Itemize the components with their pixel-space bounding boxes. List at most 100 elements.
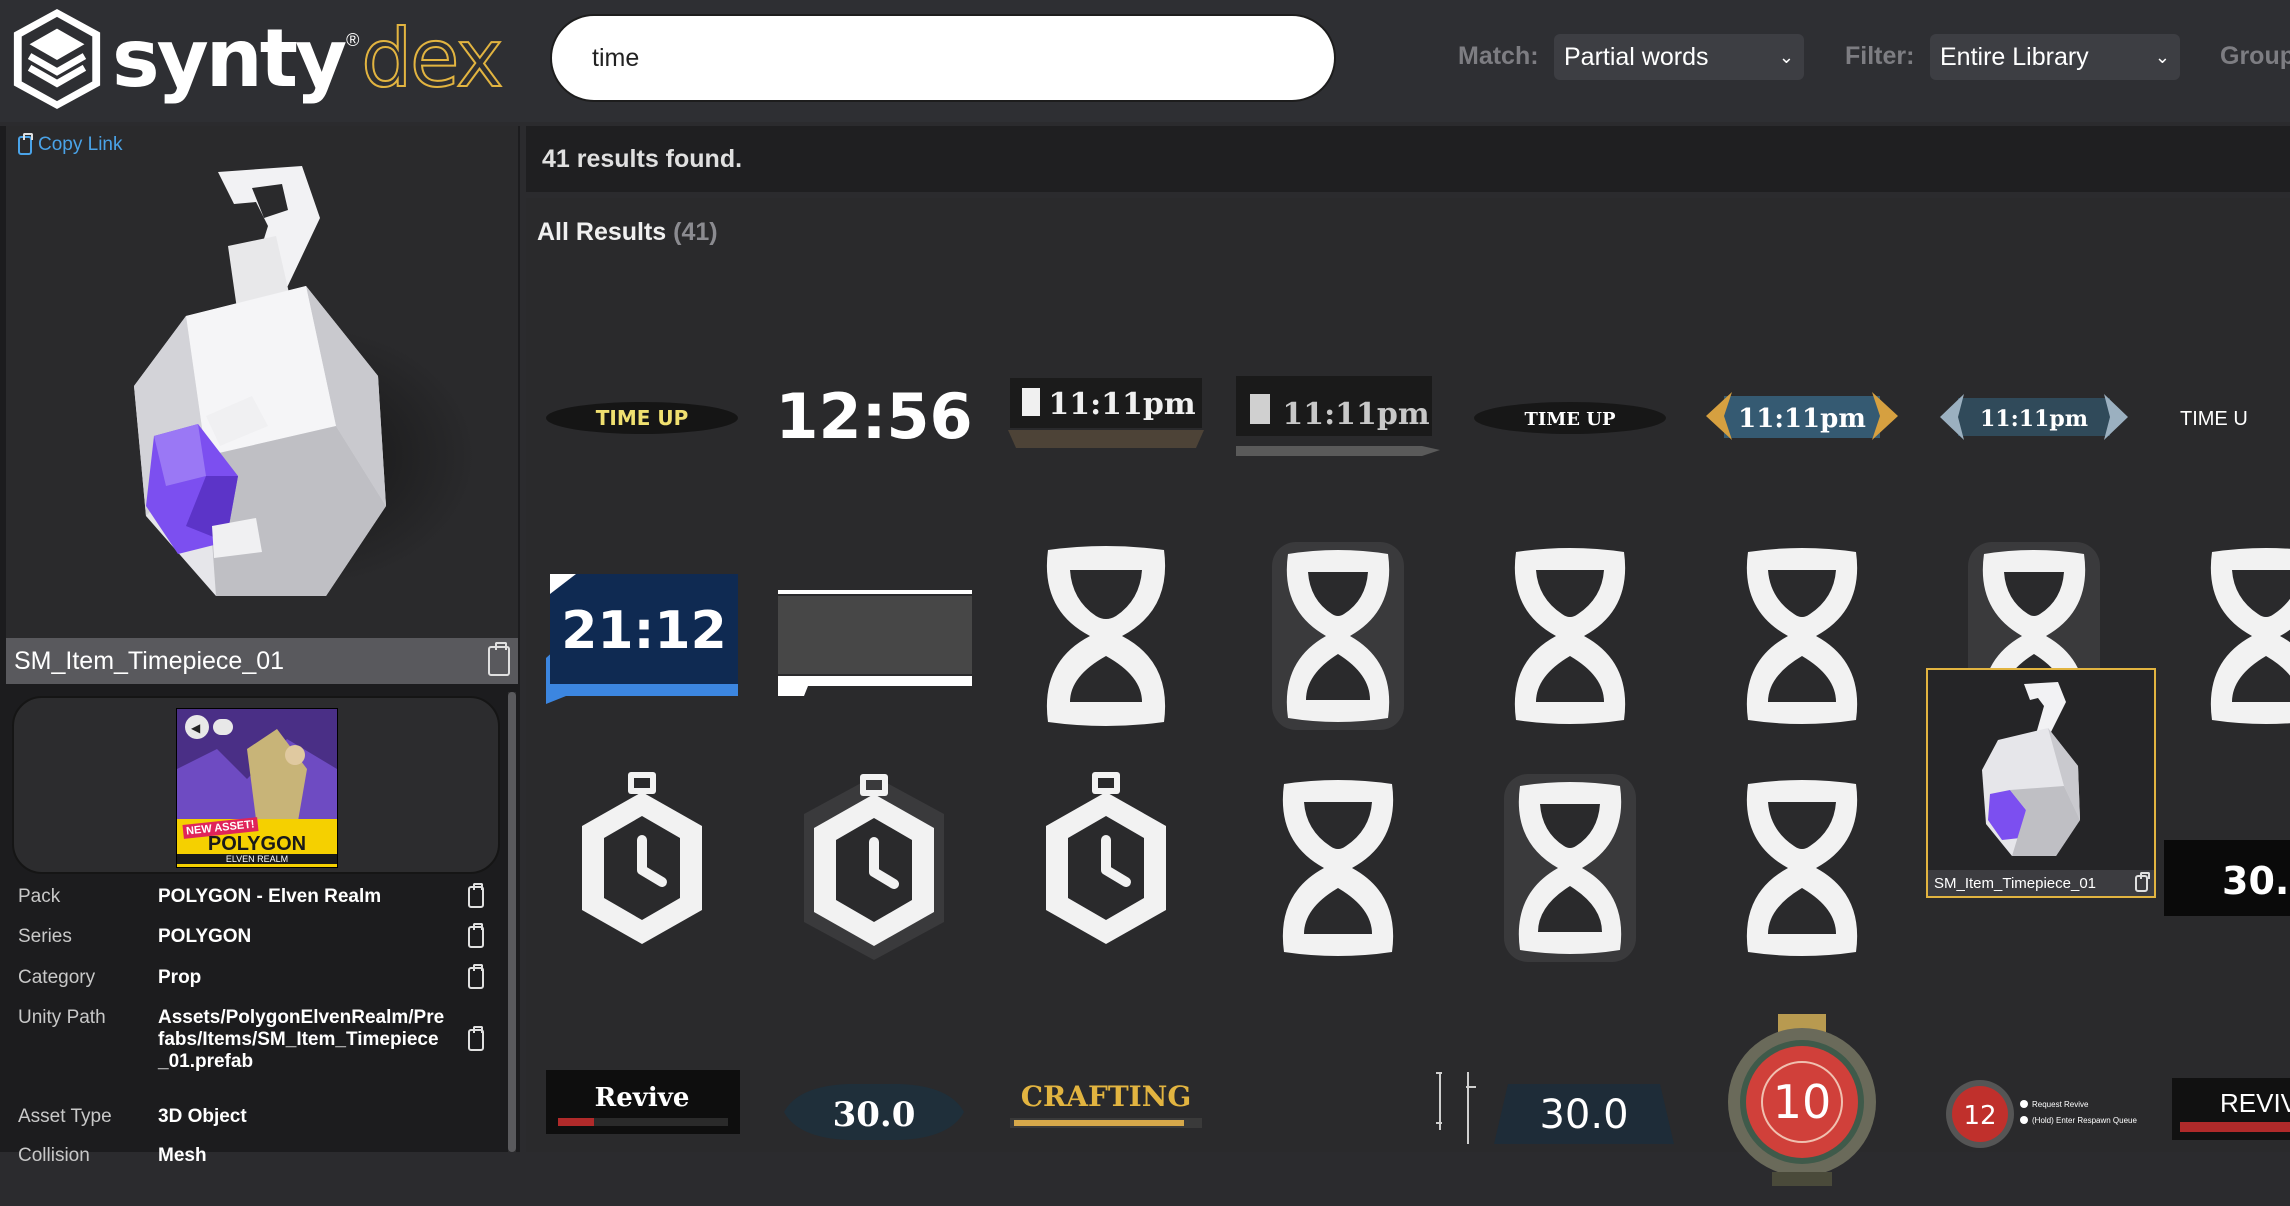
result-tile-revive[interactable]: Revive [536, 994, 748, 1206]
result-tile-thirty-partial[interactable]: 30. [2160, 762, 2290, 974]
property-value: 3D Object [158, 1106, 247, 1127]
property-value: Assets/PolygonElvenRealm/Prefabs/Items/S… [158, 1007, 445, 1072]
digital-clock-badge-icon: 21:12 [546, 574, 738, 704]
section-title-label: All Results [537, 218, 667, 246]
tile-caption: SM_Item_Timepiece_01 [1928, 870, 2154, 896]
result-tile-hourglass[interactable] [1696, 762, 1908, 974]
synty-logo-icon [13, 9, 101, 109]
chevron-down-icon: ⌄ [2154, 46, 2170, 67]
svg-text:(Hold) Enter Respawn Queue: (Hold) Enter Respawn Queue [2032, 1116, 2137, 1125]
result-tile-ui-frame[interactable] [1232, 994, 1444, 1206]
result-tile-crafting[interactable]: CRAFTING [1000, 994, 1212, 1206]
property-value: POLYGON [158, 926, 252, 947]
result-tile-stopwatch[interactable] [768, 762, 980, 974]
syntydex-logo[interactable]: synty ® dex [8, 4, 504, 114]
match-label: Match: [1458, 42, 1539, 70]
clock-display-icon: 12:56 [775, 380, 972, 453]
match-select-value: Partial words [1564, 42, 1709, 71]
result-tile-time-up-dark[interactable]: TIME UP [1464, 298, 1676, 510]
filter-select-value: Entire Library [1940, 42, 2089, 71]
match-select[interactable]: Partial words ⌄ [1554, 34, 1804, 80]
logo-dex-text: dex [360, 12, 504, 105]
search-input[interactable] [590, 42, 1296, 74]
property-value: POLYGON - Elven Realm [158, 886, 382, 907]
silver-arrow-timer-icon: 11:11pm [1940, 394, 2128, 440]
result-tile-hourglass-partial[interactable] [2160, 530, 2290, 742]
section-title: All Results (41) [537, 218, 718, 247]
result-tile-time-up-partial[interactable]: TIME U [2160, 298, 2290, 510]
left-scrollbar-thumb[interactable] [508, 692, 516, 1152]
copy-name-clipboard-icon[interactable] [488, 642, 510, 676]
svg-text:11:11pm: 11:11pm [1738, 404, 1866, 434]
wooden-timer-banner-icon: 11:11pm [1008, 378, 1204, 448]
logo-synty-text: synty [112, 12, 347, 105]
svg-text:11:11pm: 11:11pm [1980, 406, 2088, 432]
hourglass-icon [1746, 548, 1858, 724]
result-tile-hourglass[interactable] [1696, 530, 1908, 742]
time-up-banner-icon: TIME UP [546, 402, 738, 434]
result-tile-gold-arrow-timer[interactable]: 11:11pm [1696, 298, 1908, 510]
svg-text:12: 12 [1963, 1101, 1996, 1131]
result-tile-stopwatch[interactable] [1000, 762, 1212, 974]
svg-text:CRAFTING: CRAFTING [1021, 1080, 1192, 1113]
pack-card[interactable]: ◀ NEW ASSET! POLYGON ELVEN REALM [12, 696, 500, 874]
result-tile-hourglass[interactable] [1232, 530, 1444, 742]
result-tile-twelve-respawn[interactable]: 12 Request Revive (Hold) Enter Respawn Q… [1928, 994, 2140, 1206]
result-tile-hourglass-sand[interactable] [1464, 762, 1676, 974]
results-summary-bar: 41 results found. [526, 126, 2290, 192]
filter-select[interactable]: Entire Library ⌄ [1930, 34, 2180, 80]
copy-unity-path-clipboard-icon[interactable] [468, 1026, 484, 1051]
copy-tile-clipboard-icon[interactable] [2135, 871, 2150, 892]
hourglass-icon [1514, 548, 1626, 724]
stopwatch-icon [804, 774, 944, 960]
result-tile-revive-partial[interactable]: REVIV [2160, 994, 2290, 1206]
result-tile-hourglass[interactable] [1232, 762, 1444, 974]
countdown-dial-icon: 10 [1728, 1014, 1876, 1186]
crafting-banner-icon: CRAFTING [1010, 1080, 1202, 1128]
result-tile-thirty-oval[interactable]: 30.0 [768, 994, 980, 1206]
property-value: Mesh [158, 1145, 207, 1166]
result-tile-silver-arrow-timer[interactable]: 11:11pm [1928, 298, 2140, 510]
result-tile-ten-dial[interactable]: 10 [1696, 994, 1908, 1206]
asset-name: SM_Item_Timepiece_01 [14, 646, 285, 675]
copy-pack-clipboard-icon[interactable] [468, 883, 484, 908]
result-tile-digital-2112[interactable]: 21:12 [536, 530, 748, 742]
svg-text:Revive: Revive [595, 1083, 690, 1113]
result-tile-hourglass[interactable] [1000, 530, 1212, 742]
results-count-text: 41 results found. [542, 144, 743, 173]
result-tile-thirty-panel[interactable]: 30.0 [1464, 994, 1676, 1206]
result-tile-stopwatch[interactable] [536, 762, 748, 974]
result-tile-blank-banner[interactable] [768, 530, 980, 742]
svg-text:30.0: 30.0 [1539, 1092, 1628, 1138]
asset-preview[interactable]: Copy Link [6, 126, 518, 638]
result-tile-timepiece-selected[interactable]: SM_Item_Timepiece_01 [1926, 668, 2156, 898]
result-tile-hourglass[interactable] [1464, 530, 1676, 742]
copy-series-clipboard-icon[interactable] [468, 923, 484, 948]
respawn-dial-icon: 12 Request Revive (Hold) Enter Respawn Q… [1946, 1080, 2137, 1148]
counter-banner-icon: 30. [2164, 840, 2290, 916]
filter-label: Filter: [1845, 42, 1915, 70]
result-tile-clock-1256[interactable]: 12:56 [768, 298, 980, 510]
result-tile-time-up[interactable]: TIME UP [536, 298, 748, 510]
chevron-down-icon: ⌄ [1778, 46, 1794, 67]
asset-detail-panel: Copy Link SM_Item_Timepiece_01 ◀ NEW ASS… [0, 126, 520, 1166]
tile-caption-text: SM_Item_Timepiece_01 [1934, 874, 2097, 892]
property-key: Unity Path [18, 1007, 106, 1028]
revive-partial-icon: REVIV [2172, 1078, 2290, 1140]
hourglass-icon [2210, 548, 2290, 724]
svg-text:TIME U: TIME U [2180, 408, 2248, 430]
result-tile-wooden-timer[interactable]: 11:11pm [1000, 298, 1212, 510]
counter-oval-icon: 30.0 [784, 1084, 964, 1140]
section-title-count: (41) [673, 218, 718, 246]
result-tile-sword-timer[interactable]: 11:11pm [1232, 298, 1444, 510]
copy-category-clipboard-icon[interactable] [468, 964, 484, 989]
property-key: Pack [18, 886, 61, 907]
ui-frame-icon [1436, 1072, 1442, 1130]
pack-subtitle: ELVEN REALM [177, 854, 337, 864]
pack-thumbnail: ◀ NEW ASSET! POLYGON ELVEN REALM [176, 708, 338, 868]
group-label: Group [2220, 42, 2290, 70]
svg-text:11:11pm: 11:11pm [1048, 387, 1196, 422]
sword-timer-banner-icon: 11:11pm [1236, 376, 1440, 456]
svg-text:11:11pm: 11:11pm [1282, 397, 1430, 432]
search-box[interactable] [550, 14, 1336, 102]
